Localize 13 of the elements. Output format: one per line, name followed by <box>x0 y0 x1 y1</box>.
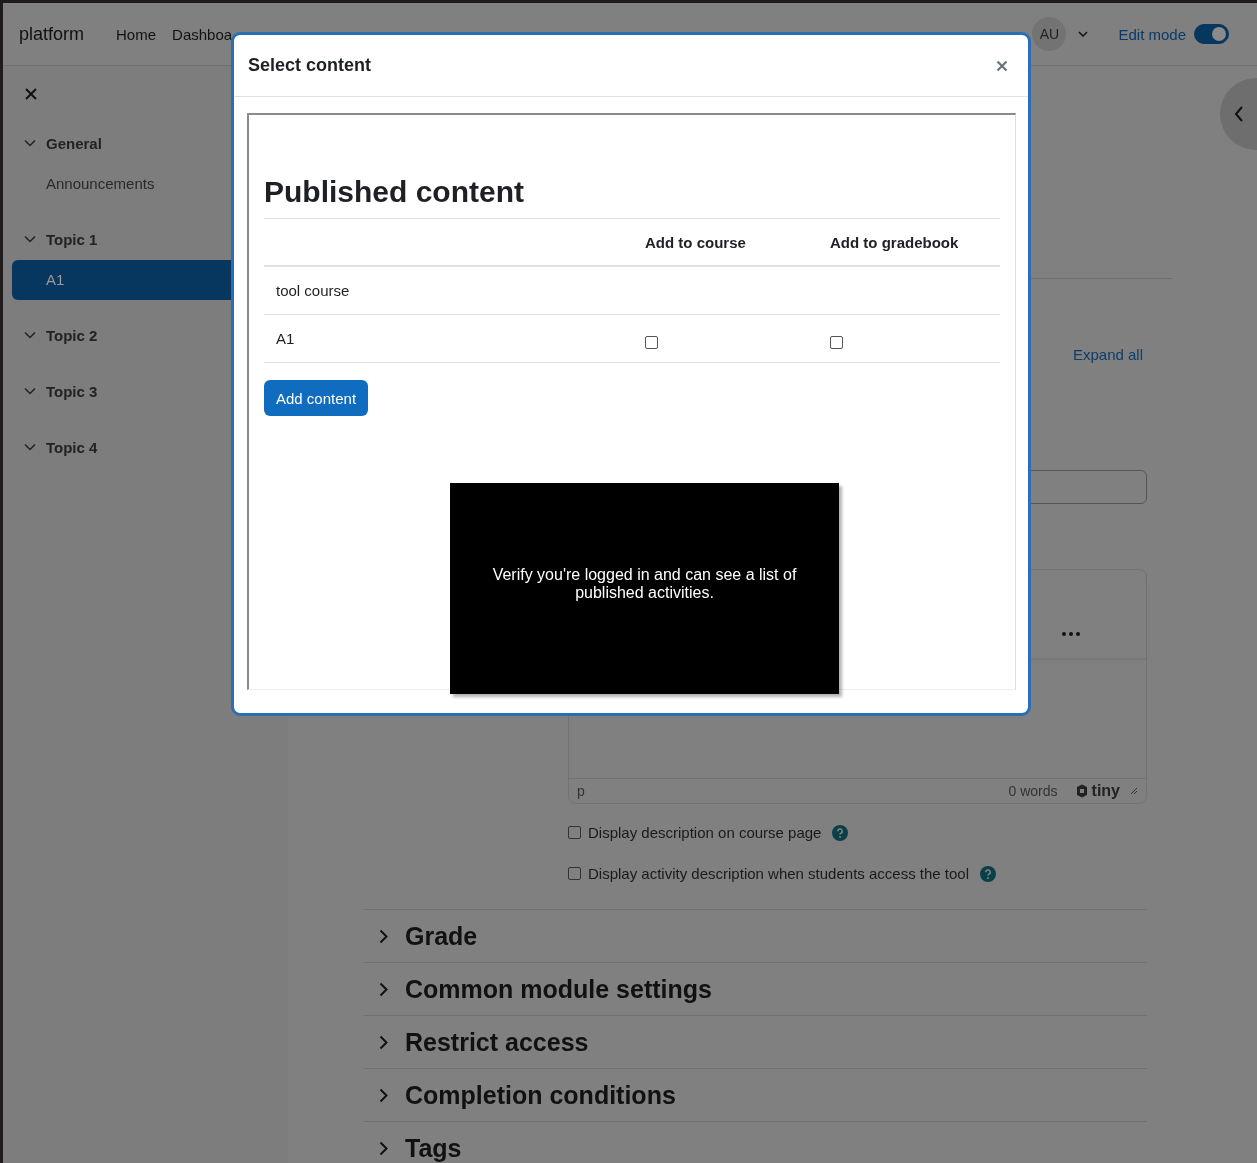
column-header: Add to course <box>633 219 818 266</box>
tooltip-text: Verify you're logged in and can see a list of published activities. <box>491 565 798 602</box>
modal-title: Select content <box>248 55 373 76</box>
table-cell: tool course <box>264 266 633 315</box>
word-count: 0 words <box>1008 783 1058 799</box>
checkbox-label: Display description on course page <box>588 824 822 841</box>
editor-logo: tiny <box>1091 782 1120 800</box>
column-header: Add to gradebook <box>818 219 1000 266</box>
table-cell: A1 <box>264 314 633 363</box>
element-path: p <box>577 783 585 799</box>
edit-mode-label: Edit mode <box>1118 25 1186 43</box>
page-heading: Published content <box>264 175 1000 219</box>
checkbox-label: Display activity description when students access the tool <box>588 865 970 882</box>
